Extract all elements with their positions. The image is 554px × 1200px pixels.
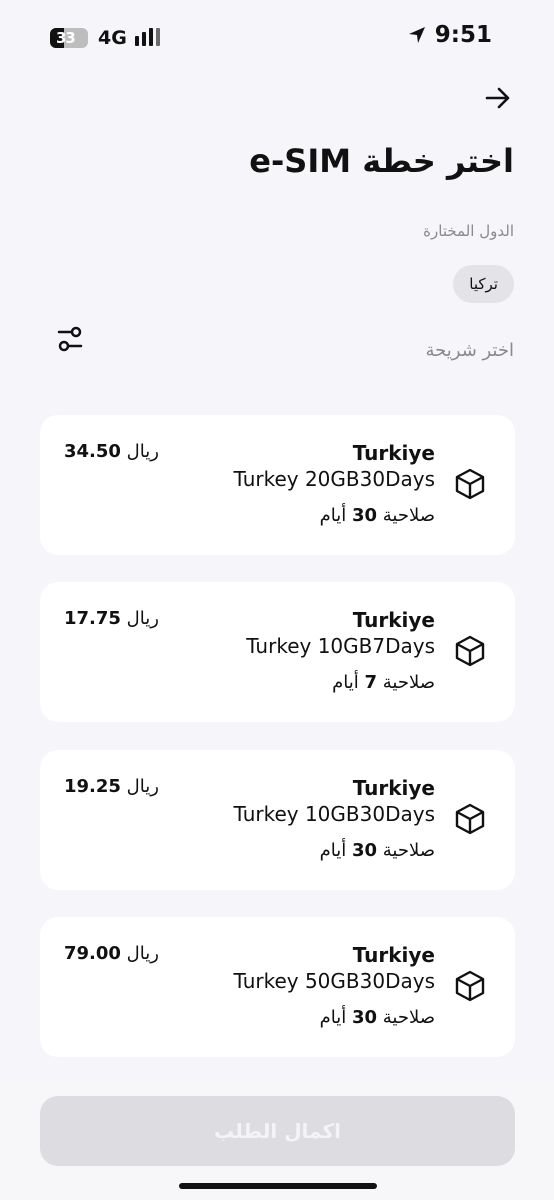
arrow-right-icon xyxy=(485,87,510,109)
page-title: اختر خطة e-SIM xyxy=(249,142,514,180)
plan-validity: صلاحية 30 أيام xyxy=(319,840,435,861)
plan-card[interactable]: ريال 79.00 Turkiye Turkey 50GB30Days صلا… xyxy=(40,917,515,1057)
plan-name: Turkey 10GB7Days xyxy=(246,634,435,658)
status-time: 9:51 xyxy=(434,22,492,48)
cube-icon xyxy=(455,635,485,667)
battery-level: 33 xyxy=(56,29,76,47)
cube-icon xyxy=(455,803,485,835)
country-chip-turkey[interactable]: تركيا xyxy=(453,265,514,303)
plan-name: Turkey 20GB30Days xyxy=(233,467,435,491)
plan-price: ريال 79.00 xyxy=(64,943,159,964)
home-indicator[interactable] xyxy=(179,1183,377,1189)
sliders-icon xyxy=(57,326,83,352)
price-amount: 17.75 xyxy=(64,608,121,629)
price-amount: 34.50 xyxy=(64,441,121,462)
plan-price: ريال 19.25 xyxy=(64,776,159,797)
plan-card[interactable]: ريال 17.75 Turkiye Turkey 10GB7Days صلاح… xyxy=(40,582,515,722)
network-type: 4G xyxy=(98,27,127,49)
back-button[interactable] xyxy=(480,80,516,116)
currency-label: ريال xyxy=(126,441,159,462)
plan-card[interactable]: ريال 19.25 Turkiye Turkey 10GB30Days صلا… xyxy=(40,750,515,890)
plan-validity: صلاحية 30 أيام xyxy=(319,505,435,526)
plan-validity: صلاحية 7 أيام xyxy=(332,672,435,693)
currency-label: ريال xyxy=(126,943,159,964)
location-arrow-icon xyxy=(408,27,425,43)
filter-button[interactable] xyxy=(54,322,86,356)
cube-icon xyxy=(455,468,485,500)
plan-validity: صلاحية 30 أيام xyxy=(319,1007,435,1028)
plan-country: Turkiye xyxy=(352,441,435,465)
plan-card[interactable]: ريال 34.50 Turkiye Turkey 20GB30Days صلا… xyxy=(40,415,515,555)
price-amount: 79.00 xyxy=(64,943,121,964)
currency-label: ريال xyxy=(126,608,159,629)
choose-sim-label: اختر شريحة xyxy=(425,340,514,361)
plan-country: Turkiye xyxy=(352,943,435,967)
plan-name: Turkey 50GB30Days xyxy=(233,969,435,993)
complete-order-button[interactable]: اكمال الطلب xyxy=(40,1096,515,1166)
status-bar: 33 4G 9:51 xyxy=(0,0,554,76)
currency-label: ريال xyxy=(126,776,159,797)
plan-price: ريال 17.75 xyxy=(64,608,159,629)
cube-icon xyxy=(455,970,485,1002)
plan-country: Turkiye xyxy=(352,776,435,800)
plan-country: Turkiye xyxy=(352,608,435,632)
battery-icon: 33 xyxy=(50,28,88,48)
plan-name: Turkey 10GB30Days xyxy=(233,802,435,826)
signal-icon xyxy=(135,28,160,46)
plan-price: ريال 34.50 xyxy=(64,441,159,462)
selected-countries-label: الدول المختارة xyxy=(423,222,514,240)
price-amount: 19.25 xyxy=(64,776,121,797)
